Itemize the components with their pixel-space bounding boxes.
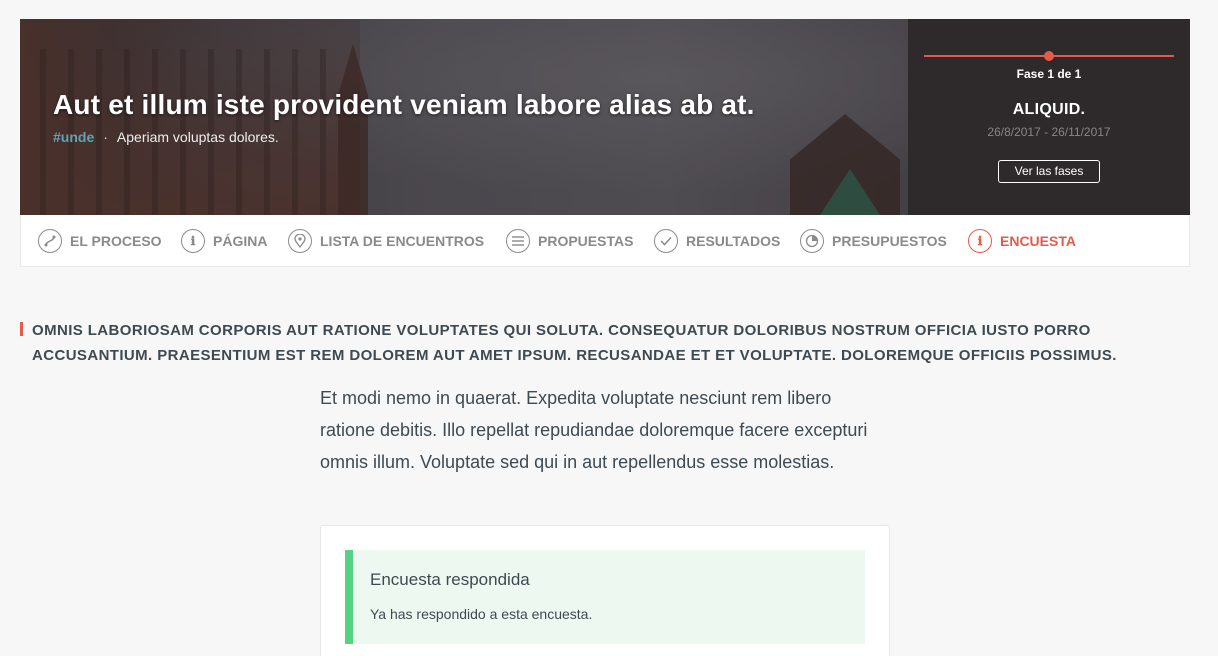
phase-dates: 26/8/2017 - 26/11/2017 [987, 125, 1111, 139]
tab-label: EL PROCESO [70, 233, 162, 249]
tab-pagina[interactable]: ℹ PÁGINA [181, 215, 267, 267]
process-header: Aut et illum iste provident veniam labor… [20, 19, 1190, 215]
process-title: Aut et illum iste provident veniam labor… [53, 89, 755, 120]
survey-card: Encuesta respondida Ya has respondido a … [320, 525, 890, 656]
tab-lista-de-encuentros[interactable]: LISTA DE ENCUENTROS [288, 215, 484, 267]
process-icon [38, 229, 62, 253]
process-nav: EL PROCESO ℹ PÁGINA LISTA DE ENCUENTROS … [20, 215, 1190, 267]
info-icon: ℹ [968, 229, 992, 253]
survey-description: Et modi nemo in quaerat. Expedita volupt… [320, 388, 868, 472]
heading-accent-bar [20, 322, 23, 336]
tab-label: PROPUESTAS [538, 233, 634, 249]
phase-progress-dot [1044, 51, 1054, 61]
callout-title: Encuesta respondida [370, 570, 530, 589]
tab-label: ENCUESTA [1000, 233, 1076, 249]
separator-dot: · [103, 129, 108, 145]
section-heading-text: OMNIS LABORIOSAM CORPORIS AUT RATIONE VO… [32, 322, 1117, 364]
phase-panel: Fase 1 de 1 ALIQUID. 26/8/2017 - 26/11/2… [908, 19, 1190, 215]
tab-label: PÁGINA [213, 233, 268, 249]
tab-resultados[interactable]: RESULTADOS [654, 215, 780, 267]
tab-encuesta[interactable]: ℹ ENCUESTA [968, 215, 1076, 267]
callout-text: Ya has respondido a esta encuesta. [370, 606, 593, 622]
process-subtitle-row: #unde · Aperiam voluptas dolores. [53, 129, 279, 145]
tab-label: LISTA DE ENCUENTROS [320, 233, 485, 249]
process-subtitle: Aperiam voluptas dolores. [116, 129, 279, 145]
pie-chart-icon [800, 229, 824, 253]
tab-label: PRESUPUESTOS [832, 233, 947, 249]
tab-el-proceso[interactable]: EL PROCESO [38, 215, 162, 267]
success-callout: Encuesta respondida Ya has respondido a … [345, 550, 865, 644]
tab-presupuestos[interactable]: PRESUPUESTOS [800, 215, 947, 267]
tab-label: RESULTADOS [686, 233, 781, 249]
check-icon [654, 229, 678, 253]
view-phases-button[interactable]: Ver las fases [998, 160, 1100, 183]
phase-counter: Fase 1 de 1 [1016, 67, 1082, 81]
phase-name: ALIQUID. [1012, 101, 1086, 118]
info-icon: ℹ [181, 229, 205, 253]
hashtag-link[interactable]: #unde [53, 129, 94, 145]
list-icon [506, 229, 530, 253]
section-heading: OMNIS LABORIOSAM CORPORIS AUT RATIONE VO… [20, 318, 1195, 368]
tab-propuestas[interactable]: PROPUESTAS [506, 215, 633, 267]
location-pin-icon [288, 229, 312, 253]
